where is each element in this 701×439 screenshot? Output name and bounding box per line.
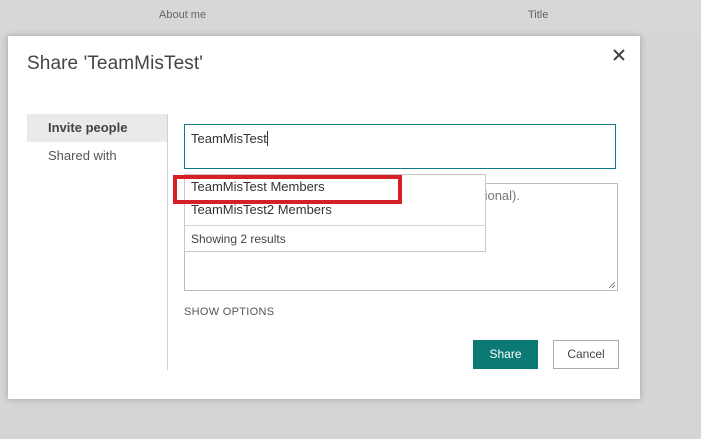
list-header: About me Title <box>0 0 701 34</box>
resize-grip-icon[interactable] <box>608 281 616 289</box>
invite-people-input[interactable]: TeamMisTest <box>184 124 616 169</box>
close-icon <box>613 49 625 61</box>
share-dialog: Share 'TeamMisTest' Invite people Shared… <box>8 36 640 399</box>
nav-divider <box>167 114 168 370</box>
show-options-link[interactable]: SHOW OPTIONS <box>184 306 274 318</box>
column-header-title: Title <box>528 9 549 21</box>
nav-item-shared-with[interactable]: Shared with <box>27 142 167 170</box>
cancel-button[interactable]: Cancel <box>553 340 619 369</box>
dialog-title: Share 'TeamMisTest' <box>27 53 203 74</box>
text-caret <box>266 131 268 146</box>
invite-input-value: TeamMisTest <box>191 131 267 146</box>
close-button[interactable] <box>610 46 628 64</box>
nav-item-invite-people[interactable]: Invite people <box>27 114 167 142</box>
share-button[interactable]: Share <box>473 340 538 369</box>
column-header-about-me: About me <box>159 9 207 21</box>
share-nav: Invite people Shared with <box>27 114 167 170</box>
suggestions-count: Showing 2 results <box>185 225 485 252</box>
annotation-highlight-box <box>173 175 402 204</box>
